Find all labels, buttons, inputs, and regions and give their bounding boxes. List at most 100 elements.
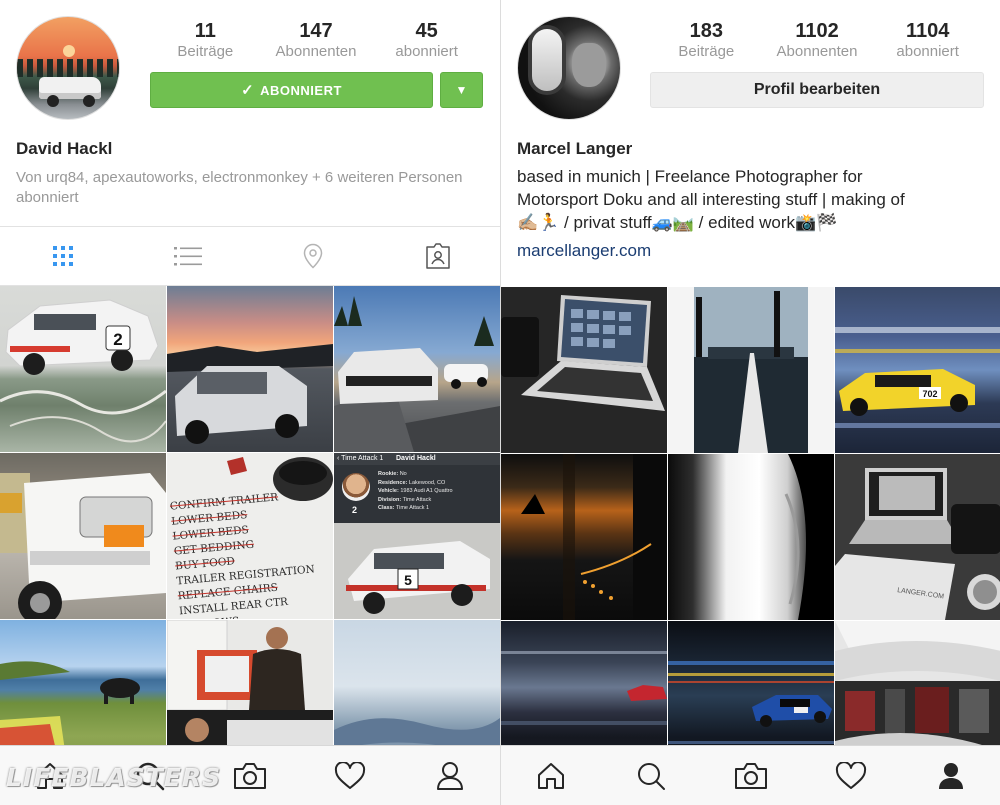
post-image: 5 [334, 523, 500, 619]
stat-value: 11 [194, 20, 216, 42]
post-thumbnail[interactable] [501, 454, 667, 620]
car-number: 2 [113, 330, 122, 349]
tab-tagged[interactable] [375, 227, 500, 285]
post-thumbnail[interactable] [501, 287, 667, 453]
stat-followers[interactable]: 1102 Abonnenten [762, 20, 873, 61]
tab-list[interactable] [125, 227, 250, 285]
profile-name: David Hackl [16, 139, 113, 158]
bottom-navigation [501, 745, 1000, 805]
driver-details: Rookie: No Residence: Lakewood, CO Vehic… [378, 471, 453, 511]
post-thumbnail[interactable]: 2 [0, 286, 166, 452]
posts-grid: 2 CONFIRM TRAILER LOWER BEDS LOWER BEDS … [0, 286, 500, 786]
profile-panel-marcel: 183 Beiträge 1102 Abonnenten 1104 abonni… [500, 0, 1000, 805]
stat-label: abonniert [896, 43, 959, 60]
bio-line: based in munich | Freelance Photographer… [517, 167, 863, 186]
heart-icon [334, 761, 366, 789]
avatar[interactable] [16, 16, 120, 120]
grid-icon [52, 246, 73, 266]
stat-label: abonniert [395, 43, 458, 60]
post-image [694, 287, 808, 453]
post-image: 702 [835, 327, 1000, 428]
driver-photo [342, 473, 370, 501]
entry-header-name: David Hackl [396, 455, 436, 462]
profile-bio: based in munich | Freelance Photographer… [517, 165, 987, 234]
profile-name: Marcel Langer [517, 139, 633, 158]
avatar[interactable] [517, 16, 621, 120]
suggestions-dropdown-button[interactable]: ▼ [440, 72, 483, 108]
profile-panel-david: 11 Beiträge 147 Abonnenten 45 abonniert … [0, 0, 500, 805]
followed-by-text[interactable]: Von urq84, apexautoworks, electronmonkey… [16, 168, 466, 208]
nav-activity[interactable] [801, 746, 901, 805]
stat-posts[interactable]: 183 Beiträge [651, 20, 762, 61]
stat-following[interactable]: 45 abonniert [371, 20, 482, 61]
back-icon: ‹ [337, 455, 340, 462]
profile-icon [437, 761, 463, 790]
stat-label: Abonnenten [275, 43, 357, 60]
post-image: 2 [0, 299, 166, 443]
camera-icon [234, 762, 266, 789]
stat-value: 45 [415, 20, 438, 42]
stat-value: 147 [299, 20, 333, 42]
tab-grid[interactable] [0, 227, 125, 285]
post-image: LANGER.COM [835, 454, 1000, 620]
stat-posts[interactable]: 11 Beiträge [150, 20, 261, 61]
website-link[interactable]: marcellanger.com [517, 241, 651, 261]
post-image [334, 296, 500, 452]
home-icon [538, 762, 564, 789]
post-image [784, 454, 834, 620]
profile-icon [939, 762, 963, 789]
car-number: 702 [922, 389, 937, 399]
nav-profile[interactable] [400, 746, 500, 805]
nav-home[interactable] [501, 746, 601, 805]
bio-line: ✍🏼🏃 / privat stuff🚙🛤️ / edited work📸🏁 [517, 213, 838, 232]
post-thumbnail[interactable] [0, 453, 166, 619]
stat-value: 1102 [795, 20, 839, 42]
post-thumbnail[interactable]: CONFIRM TRAILER LOWER BEDS LOWER BEDS GE… [167, 453, 333, 619]
profile-stats: 183 Beiträge 1102 Abonnenten 1104 abonni… [651, 20, 983, 61]
post-thumbnail[interactable]: ‹ Time Attack 1 David Hackl 2 Rookie: No… [334, 453, 500, 619]
camera-icon [735, 762, 767, 789]
stat-label: Beiträge [177, 43, 234, 60]
bio-line: Motorsport Doku and all interesting stuf… [517, 190, 905, 209]
search-icon [638, 762, 665, 790]
stat-value: 1104 [905, 20, 950, 42]
edit-profile-button[interactable]: Profil bearbeiten [650, 72, 984, 108]
post-thumbnail[interactable] [668, 287, 834, 453]
heart-icon [835, 761, 867, 789]
nav-profile[interactable] [901, 746, 1000, 805]
tagged-icon [425, 243, 450, 269]
stat-following[interactable]: 1104 abonniert [872, 20, 983, 61]
post-image [0, 473, 166, 619]
post-thumbnail[interactable] [167, 286, 333, 452]
note-text: CONFIRM TRAILER LOWER BEDS LOWER BEDS GE… [169, 487, 330, 619]
stat-value: 183 [689, 20, 724, 42]
triangle-down-icon: ▼ [455, 83, 468, 97]
location-pin-icon [303, 243, 322, 269]
entry-header-back: Time Attack 1 [341, 455, 384, 462]
stat-followers[interactable]: 147 Abonnenten [261, 20, 372, 61]
following-button[interactable]: ✓ ABONNIERT [150, 72, 433, 108]
car-number: 5 [404, 572, 412, 588]
post-thumbnail[interactable] [334, 286, 500, 452]
list-icon [173, 247, 202, 266]
checkmark-icon: ✓ [241, 82, 255, 99]
post-image [501, 287, 667, 453]
stat-label: Abonnenten [776, 43, 858, 60]
tab-map[interactable] [250, 227, 375, 285]
nav-activity[interactable] [300, 746, 400, 805]
following-button-label: ABONNIERT [260, 82, 342, 98]
profile-view-tabs [0, 226, 500, 286]
post-thumbnail[interactable]: 702 [835, 287, 1000, 453]
entry-screenshot: ‹ Time Attack 1 David Hackl 2 Rookie: No… [334, 453, 500, 523]
nav-search[interactable] [601, 746, 701, 805]
post-image [521, 454, 667, 620]
profile-stats: 11 Beiträge 147 Abonnenten 45 abonniert [150, 20, 482, 61]
post-thumbnail[interactable] [668, 454, 834, 620]
driver-number: 2 [352, 505, 358, 515]
stat-label: Beiträge [678, 43, 735, 60]
post-image [167, 344, 333, 444]
posts-grid: 702 LANGER.COM [501, 287, 1000, 787]
post-thumbnail[interactable]: LANGER.COM [835, 454, 1000, 620]
watermark: LIFEBLASTERS [6, 763, 222, 792]
nav-camera[interactable] [701, 746, 801, 805]
